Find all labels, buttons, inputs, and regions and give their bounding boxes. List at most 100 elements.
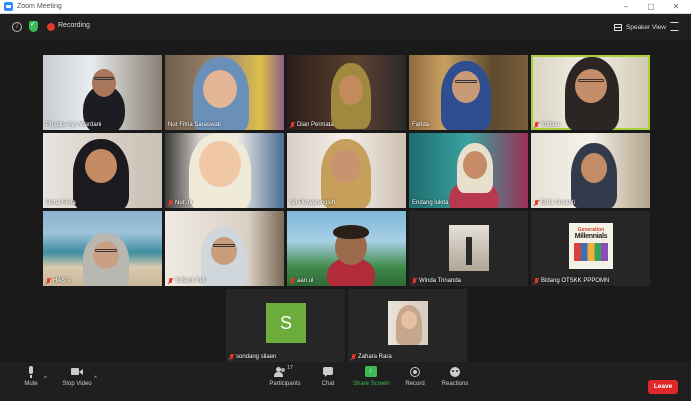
- video-tile[interactable]: Dona Feria: [43, 133, 162, 208]
- video-tile[interactable]: aan ul: [287, 211, 406, 286]
- meeting-toolbar: Mute ^ Stop Video ^ 17 Participants Chat…: [0, 362, 691, 401]
- chat-label: Chat: [321, 381, 335, 387]
- participant-face: [452, 71, 480, 103]
- title-bar: Zoom Meeting – ▢ ✕: [0, 0, 691, 14]
- participants-count: 17: [287, 365, 294, 371]
- mic-muted-icon: [290, 278, 295, 284]
- participant-name: Bidang OTSKK PPPOMN: [534, 278, 609, 284]
- mute-label: Mute: [24, 381, 38, 387]
- reactions-label: Reactions: [441, 381, 469, 387]
- participant-name: Farida: [412, 122, 430, 128]
- stop-video-button[interactable]: Stop Video: [60, 366, 94, 387]
- participant-face: [331, 149, 361, 183]
- view-icon: [614, 23, 622, 31]
- participant-face: [92, 69, 116, 97]
- participant-face: [581, 153, 607, 183]
- video-tile[interactable]: Nur Fitria Saraswati: [165, 55, 284, 130]
- fullscreen-icon[interactable]: [670, 22, 679, 31]
- minimize-button[interactable]: –: [617, 0, 635, 14]
- video-options-chevron-icon[interactable]: ^: [94, 376, 97, 382]
- audio-options-chevron-icon[interactable]: ^: [44, 376, 47, 382]
- mic-muted-icon: [168, 200, 173, 206]
- video-tile[interactable]: Winda Trinanda: [409, 211, 528, 286]
- record-icon: [409, 366, 421, 378]
- participants-label: Participants: [269, 381, 301, 387]
- video-tile[interactable]: Erita Susanti: [531, 133, 650, 208]
- video-tile[interactable]: S sondang silaen: [226, 289, 345, 362]
- avatar: S: [266, 303, 306, 343]
- participant-name: Dian Permata: [290, 122, 334, 128]
- video-tile[interactable]: Sri Purwaningsih: [287, 133, 406, 208]
- maximize-button[interactable]: ▢: [642, 0, 660, 14]
- video-tile[interactable]: HASTI: [43, 211, 162, 286]
- active-speaker-tile[interactable]: Yuttina: [531, 55, 650, 130]
- participants-button[interactable]: 17 Participants: [268, 365, 302, 387]
- participant-name: Winda Trinanda: [412, 278, 461, 284]
- participant-face: [575, 69, 607, 103]
- share-screen-label: Share Screen: [353, 381, 390, 387]
- participant-face: [339, 75, 363, 105]
- glasses: [455, 80, 477, 83]
- participant-face: [211, 237, 237, 265]
- video-tile[interactable]: Zahara Rara: [348, 289, 467, 362]
- mic-muted-icon: [46, 278, 51, 284]
- close-button[interactable]: ✕: [667, 0, 685, 14]
- mute-button[interactable]: Mute: [20, 366, 42, 387]
- mic-muted-icon: [534, 122, 539, 128]
- leave-button[interactable]: Leave: [648, 380, 678, 394]
- speaker-view-label: Speaker View: [626, 23, 666, 31]
- window-title: Zoom Meeting: [17, 3, 62, 10]
- video-tile[interactable]: Yulianti Yuli: [165, 211, 284, 286]
- record-button[interactable]: Record: [403, 366, 427, 387]
- camera-icon: [71, 366, 83, 378]
- microphone-icon: [25, 366, 37, 378]
- video-tile[interactable]: Puspita Ayu Wardani: [43, 55, 162, 130]
- video-tile[interactable]: Farida: [409, 55, 528, 130]
- meeting-top-bar: i Recording Speaker View: [0, 14, 691, 40]
- participant-face: [203, 70, 237, 108]
- smiley-icon: [449, 366, 461, 378]
- zoom-logo-icon: [4, 2, 13, 11]
- poster-line-2: Millennials: [574, 233, 608, 240]
- glasses: [578, 79, 604, 82]
- video-tile[interactable]: Dian Permata: [287, 55, 406, 130]
- speaker-view-button[interactable]: Speaker View: [610, 20, 670, 34]
- participant-name: Dona Feria: [46, 200, 76, 206]
- participant-name: Yuttina: [534, 122, 559, 128]
- mic-muted-icon: [229, 354, 234, 360]
- participant-name: aan ul: [290, 278, 313, 284]
- reactions-button[interactable]: Reactions: [440, 366, 470, 387]
- video-tile[interactable]: Generation Millennials Bidang OTSKK PPPO…: [531, 211, 650, 286]
- chat-icon: [322, 366, 334, 378]
- participant-name: Endang lukita: [412, 200, 449, 206]
- avatar: [388, 301, 428, 345]
- participant-hair: [333, 225, 369, 239]
- glasses: [94, 77, 114, 80]
- recording-dot-icon: [47, 23, 55, 31]
- mic-muted-icon: [168, 278, 173, 284]
- share-screen-button[interactable]: ↑ Share Screen: [353, 366, 390, 387]
- glasses: [213, 244, 235, 247]
- record-label: Record: [405, 381, 425, 387]
- video-tile[interactable]: Endang lukita: [409, 133, 528, 208]
- participant-figure: [466, 237, 472, 265]
- participant-name: Yulianti Yuli: [168, 278, 206, 284]
- meeting-info-icon[interactable]: i: [12, 22, 22, 32]
- video-gallery: Puspita Ayu Wardani Nur Fitria Saraswati…: [0, 40, 691, 362]
- share-screen-icon: ↑: [365, 366, 377, 378]
- participant-name: Erita Susanti: [534, 200, 575, 206]
- participant-face: [93, 241, 119, 269]
- poster-figures: [574, 243, 608, 261]
- participant-face: [199, 141, 241, 187]
- video-tile[interactable]: Nur..ni: [165, 133, 284, 208]
- zoom-window: Zoom Meeting – ▢ ✕ i Recording Speaker V…: [0, 0, 691, 401]
- encryption-shield-icon[interactable]: [29, 20, 38, 32]
- participant-face: [463, 151, 487, 179]
- mic-muted-icon: [351, 354, 356, 360]
- shared-poster: Generation Millennials: [569, 223, 613, 269]
- participant-name: Zahara Rara: [351, 354, 392, 360]
- participants-icon: 17: [274, 365, 296, 378]
- chat-button[interactable]: Chat: [318, 366, 338, 387]
- mic-muted-icon: [534, 278, 539, 284]
- mic-muted-icon: [534, 200, 539, 206]
